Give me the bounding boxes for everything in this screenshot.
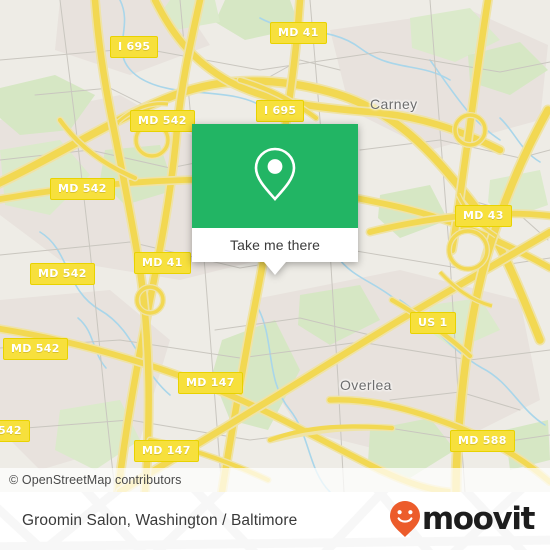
- moovit-wordmark: moovit: [421, 501, 536, 537]
- road-shield-md-542-upper[interactable]: MD 542: [130, 110, 195, 132]
- bottom-info-bar: Groomin Salon, Washington / Baltimore mo…: [0, 492, 550, 550]
- road-shield-i-695-topleft[interactable]: I 695: [110, 36, 159, 58]
- road-shield-i-695-upper[interactable]: I 695: [256, 100, 305, 122]
- map-attribution-bar: © OpenStreetMap contributors: [0, 468, 550, 492]
- road-shield-md-41-mid[interactable]: MD 41: [134, 252, 191, 274]
- road-shield-md-542-midleft[interactable]: MD 542: [30, 263, 95, 285]
- page-title: Groomin Salon, Washington / Baltimore: [22, 512, 298, 529]
- road-shield-md-542-lower[interactable]: MD 542: [3, 338, 68, 360]
- moovit-logo[interactable]: moovit: [389, 492, 536, 550]
- road-shield-md-542-edge[interactable]: 542: [0, 420, 30, 442]
- road-shield-md-588-right[interactable]: MD 588: [450, 430, 515, 452]
- road-shield-md-147-lower[interactable]: MD 147: [134, 440, 199, 462]
- take-me-there-label: Take me there: [229, 237, 320, 253]
- road-shield-md-542-left[interactable]: MD 542: [50, 178, 115, 200]
- popup-pointer-tail: [264, 262, 286, 275]
- popup-header: [192, 124, 358, 228]
- road-shield-us-1-right[interactable]: US 1: [410, 312, 456, 334]
- attribution-text: © OpenStreetMap contributors: [9, 473, 182, 487]
- take-me-there-button[interactable]: Take me there: [192, 228, 358, 262]
- location-popup[interactable]: Take me there: [192, 124, 358, 275]
- map-canvas[interactable]: .rd { fill:none; stroke:#f2d852; stroke-…: [0, 0, 550, 492]
- road-shield-md-41-top[interactable]: MD 41: [270, 22, 327, 44]
- place-label-carney: Carney: [370, 96, 418, 112]
- road-shield-md-147-mid[interactable]: MD 147: [178, 372, 243, 394]
- map-pin-icon: [252, 145, 298, 208]
- place-label-overlea: Overlea: [340, 377, 392, 393]
- moovit-pin-smile-icon: [389, 500, 421, 543]
- moovit-map-screenshot: .rd { fill:none; stroke:#f2d852; stroke-…: [0, 0, 550, 550]
- road-shield-md-43-right[interactable]: MD 43: [455, 205, 512, 227]
